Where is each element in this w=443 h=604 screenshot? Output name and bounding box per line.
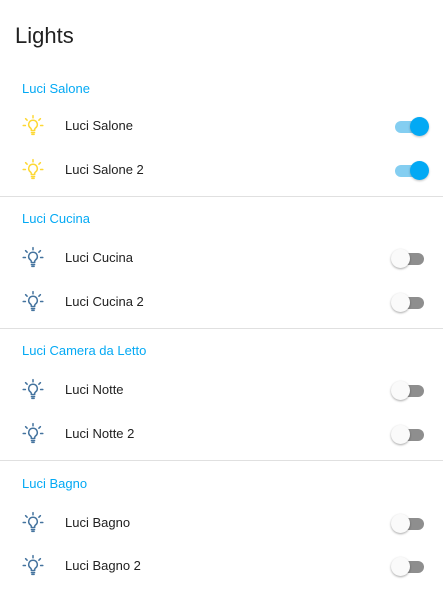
group-header[interactable]: Luci Cucina xyxy=(22,210,90,228)
light-toggle[interactable] xyxy=(390,116,430,136)
lightbulb-icon xyxy=(22,422,44,444)
lightbulb-icon xyxy=(22,158,44,180)
light-toggle[interactable] xyxy=(390,248,430,268)
light-row: Luci Notte 2 xyxy=(0,414,443,454)
lightbulb-icon xyxy=(22,290,44,312)
light-name[interactable]: Luci Bagno 2 xyxy=(65,557,141,575)
light-row: Luci Notte xyxy=(0,370,443,410)
toggle-thumb xyxy=(391,514,410,533)
light-toggle[interactable] xyxy=(390,160,430,180)
light-row: Luci Salone 2 xyxy=(0,150,443,190)
lightbulb-icon xyxy=(22,246,44,268)
card-title: Lights xyxy=(15,23,74,48)
group-divider xyxy=(0,328,443,329)
light-name[interactable]: Luci Notte 2 xyxy=(65,425,134,443)
lightbulb-icon xyxy=(22,511,44,533)
toggle-thumb xyxy=(391,249,410,268)
toggle-thumb xyxy=(410,117,429,136)
light-row: Luci Cucina xyxy=(0,238,443,278)
light-row: Luci Salone xyxy=(0,106,443,146)
group-divider xyxy=(0,196,443,197)
light-toggle[interactable] xyxy=(390,556,430,576)
group-header[interactable]: Luci Camera da Letto xyxy=(22,342,146,360)
light-name[interactable]: Luci Cucina xyxy=(65,249,133,267)
light-name[interactable]: Luci Salone xyxy=(65,117,133,135)
toggle-thumb xyxy=(391,293,410,312)
light-row: Luci Cucina 2 xyxy=(0,282,443,322)
light-row: Luci Bagno xyxy=(0,503,443,543)
light-name[interactable]: Luci Salone 2 xyxy=(65,161,144,179)
light-row: Luci Bagno 2 xyxy=(0,546,443,586)
toggle-thumb xyxy=(391,381,410,400)
light-toggle[interactable] xyxy=(390,424,430,444)
light-toggle[interactable] xyxy=(390,380,430,400)
group-header[interactable]: Luci Bagno xyxy=(22,475,87,493)
light-toggle[interactable] xyxy=(390,292,430,312)
group-divider xyxy=(0,460,443,461)
lightbulb-icon xyxy=(22,114,44,136)
lights-card: Lights Luci Salone Luci Salone Luci Salo… xyxy=(0,0,443,604)
light-name[interactable]: Luci Bagno xyxy=(65,514,130,532)
group-header[interactable]: Luci Salone xyxy=(22,80,90,98)
light-name[interactable]: Luci Notte xyxy=(65,381,124,399)
lightbulb-icon xyxy=(22,554,44,576)
light-name[interactable]: Luci Cucina 2 xyxy=(65,293,144,311)
lightbulb-icon xyxy=(22,378,44,400)
toggle-thumb xyxy=(391,557,410,576)
toggle-thumb xyxy=(391,425,410,444)
light-toggle[interactable] xyxy=(390,513,430,533)
toggle-thumb xyxy=(410,161,429,180)
